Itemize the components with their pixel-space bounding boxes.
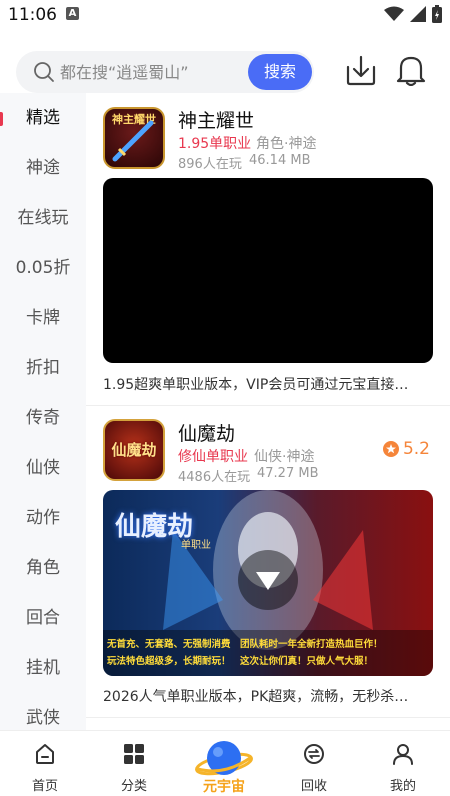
nav-category[interactable]: 分类 — [89, 731, 179, 796]
sidebar-item-rpg[interactable]: 角色 — [0, 548, 86, 588]
game-tag-primary: 1.95单职业 — [178, 136, 252, 152]
sidebar-item-wuxia[interactable]: 武侠 — [0, 698, 86, 730]
status-bar: 11:06 A — [0, 0, 450, 30]
active-marker — [0, 112, 3, 126]
game-size: 47.27 MB — [257, 466, 319, 481]
sidebar-item-turn-based[interactable]: 回合 — [0, 598, 86, 638]
sidebar-item-card[interactable]: 卡牌 — [0, 298, 86, 338]
game-name[interactable]: 仙魔劫 — [178, 419, 235, 446]
nav-label: 分类 — [120, 779, 147, 794]
sidebar-item-discount[interactable]: 折扣 — [0, 348, 86, 388]
search-bar: 搜索 — [16, 51, 314, 93]
game-icon-text: 仙魔劫 — [111, 441, 157, 459]
game-tag-secondary: 仙侠·神途 — [254, 449, 315, 465]
sidebar-item-label: 卡牌 — [26, 308, 60, 328]
banner-line-1: 无首充、无套路、无强制消费 团队耗时一年全新打造热血巨作！ — [107, 639, 383, 650]
nav-label: 首页 — [31, 779, 58, 794]
search-icon — [34, 62, 54, 82]
game-card[interactable]: 神主耀世 神主耀世 1.95单职业 角色·神途 896人在玩 46.14 MB … — [86, 93, 450, 405]
sword-icon — [112, 120, 154, 162]
banner-line-2: 玩法特色超级多，长期耐玩！ 这次让你们真！只做人气大服！ — [107, 656, 374, 667]
grid-icon — [124, 744, 144, 764]
game-tag-secondary: 角色·神途 — [256, 136, 317, 152]
sidebar-item-label: 角色 — [26, 558, 60, 578]
notification-icon: A — [66, 7, 79, 20]
rating-value: 5.2 — [402, 439, 430, 459]
sidebar-item-idle[interactable]: 挂机 — [0, 648, 86, 688]
video-player[interactable] — [103, 178, 433, 363]
sidebar-item-label: 回合 — [26, 608, 60, 628]
game-size: 46.14 MB — [249, 153, 311, 168]
status-time: 11:06 — [8, 5, 57, 25]
metaverse-logo-label: 元宇宙 — [203, 779, 245, 795]
recycle-icon — [304, 744, 324, 764]
nav-label: 我的 — [389, 779, 416, 794]
game-icon[interactable]: 仙魔劫 — [103, 419, 165, 481]
sidebar-item-label: 折扣 — [26, 358, 60, 378]
search-button[interactable]: 搜索 — [248, 54, 312, 90]
star-icon — [382, 441, 399, 457]
play-button[interactable] — [238, 550, 298, 610]
nav-recycle[interactable]: 回收 — [269, 731, 359, 796]
game-list: 神主耀世 神主耀世 1.95单职业 角色·神途 896人在玩 46.14 MB … — [86, 93, 450, 730]
game-card[interactable]: 仙魔劫 仙魔劫 修仙单职业 仙侠·神途 4486人在玩 47.27 MB 5.2… — [86, 406, 450, 730]
sidebar-item-discount-005[interactable]: 0.05折 — [0, 248, 86, 288]
sidebar-item-action[interactable]: 动作 — [0, 498, 86, 538]
game-description: 1.95超爽单职业版本，VIP会员可通过元宝直接… — [103, 377, 409, 393]
sidebar-item-shentu[interactable]: 神途 — [0, 148, 86, 188]
game-name[interactable]: 神主耀世 — [178, 106, 254, 133]
nav-home[interactable]: 首页 — [0, 731, 90, 796]
game-players: 4486人在玩 — [178, 470, 251, 485]
signal-icon — [410, 6, 426, 22]
nav-profile[interactable]: 我的 — [358, 731, 448, 796]
play-icon — [256, 572, 280, 590]
status-icons — [384, 5, 442, 23]
search-input[interactable] — [60, 51, 260, 93]
sidebar-item-xianxia[interactable]: 仙侠 — [0, 448, 86, 488]
sidebar-item-label: 仙侠 — [26, 458, 60, 478]
sidebar-item-label: 武侠 — [26, 708, 60, 728]
sidebar-item-label: 神途 — [26, 158, 60, 178]
sidebar-item-label: 挂机 — [26, 658, 60, 678]
nav-label: 回收 — [300, 779, 327, 794]
game-rating: 5.2 — [382, 439, 430, 459]
sidebar-item-legend[interactable]: 传奇 — [0, 398, 86, 438]
sidebar-item-featured[interactable]: 精选 — [0, 98, 86, 138]
game-description: 2026人气单职业版本，PK超爽，流畅，无秒杀… — [103, 689, 409, 705]
wifi-icon — [384, 6, 404, 21]
game-banner[interactable]: 仙魔劫 单职业 无首充、无套路、无强制消费 团队耗时一年全新打造热血巨作！ 玩法… — [103, 490, 433, 676]
nav-metaverse[interactable]: 元宇宙 — [194, 736, 254, 796]
category-sidebar: 精选 神途 在线玩 0.05折 卡牌 折扣 传奇 仙侠 动作 角色 回合 挂机 … — [0, 93, 86, 730]
game-icon[interactable]: 神主耀世 — [103, 107, 165, 169]
sidebar-item-label: 动作 — [26, 508, 60, 528]
home-icon — [36, 744, 54, 764]
bell-icon[interactable] — [396, 54, 426, 86]
game-players: 896人在玩 — [178, 157, 242, 172]
divider — [86, 717, 450, 718]
sidebar-item-label: 0.05折 — [15, 258, 71, 278]
user-icon — [393, 744, 413, 765]
game-tag-primary: 修仙单职业 — [178, 449, 248, 465]
banner-subtitle: 单职业 — [181, 540, 211, 551]
battery-icon — [432, 5, 442, 23]
sidebar-item-label: 传奇 — [26, 408, 60, 428]
sidebar-item-online[interactable]: 在线玩 — [0, 198, 86, 238]
sidebar-item-label: 在线玩 — [17, 208, 69, 228]
sidebar-item-label: 精选 — [26, 108, 60, 128]
download-icon[interactable] — [345, 54, 377, 86]
